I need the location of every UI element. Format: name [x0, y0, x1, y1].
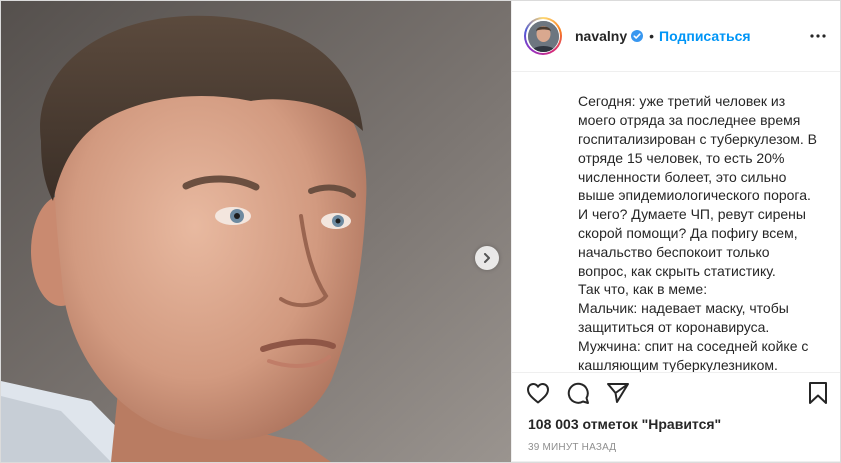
- caption-line: защититься от коронавируса.: [578, 319, 770, 336]
- portrait-photo: [1, 1, 511, 462]
- next-image-button[interactable]: [475, 246, 499, 270]
- caption-line: Сегодня: уже третий человек из: [578, 93, 786, 110]
- post-sidebar: navalny • Подписаться Сегодня: уже трети…: [511, 1, 840, 462]
- caption-line: численности болеет, это сильно: [578, 168, 787, 185]
- divider: [512, 461, 840, 462]
- caption: Сегодня: уже третий человек из моего отр…: [512, 72, 840, 372]
- post-header: navalny • Подписаться: [512, 1, 840, 73]
- post-actions: [512, 372, 840, 413]
- caption-line: выше эпидемиологического порога.: [578, 187, 811, 204]
- avatar-frame: [526, 19, 560, 54]
- comment-icon[interactable]: [566, 381, 590, 405]
- post-timestamp[interactable]: 39 минут назад: [512, 435, 840, 461]
- caption-line: начальство беспокоит только: [578, 243, 770, 260]
- heart-icon[interactable]: [526, 382, 550, 404]
- verified-badge-icon: [631, 30, 644, 43]
- separator-dot: •: [649, 28, 655, 45]
- caption-line: скорой помощи? Да пофигу всем,: [578, 225, 798, 242]
- avatar-image: [527, 20, 559, 52]
- share-icon[interactable]: [606, 381, 630, 405]
- caption-line: моего отряда за последнее время: [578, 112, 801, 129]
- avatar-portrait: [527, 20, 559, 52]
- username-link[interactable]: navalny: [575, 28, 627, 44]
- caption-line: кашляющим туберкулезником.: [578, 356, 778, 373]
- caption-line: Так что, как в меме:: [578, 281, 708, 298]
- caption-line: И чего? Думаете ЧП, ревут сирены: [578, 206, 806, 223]
- avatar[interactable]: [524, 17, 562, 56]
- caption-line: Мальчик: надевает маску, чтобы: [578, 300, 789, 317]
- caption-line: вопрос, как скрыть статистику.: [578, 262, 776, 279]
- caption-line: госпитализирован с туберкулезом. В: [578, 131, 817, 148]
- caption-line: Мужчина: спит на соседней койке с: [578, 337, 809, 354]
- likes-count[interactable]: 108 003 отметок "Нравится": [512, 413, 840, 435]
- bookmark-icon[interactable]: [808, 381, 828, 405]
- post-photo[interactable]: [1, 1, 511, 462]
- caption-line: отряде 15 человек, то есть 20%: [578, 149, 785, 166]
- follow-button[interactable]: Подписаться: [659, 28, 751, 44]
- more-options-icon[interactable]: [810, 34, 826, 38]
- instagram-post: navalny • Подписаться Сегодня: уже трети…: [0, 0, 841, 463]
- chevron-right-icon: [484, 253, 490, 263]
